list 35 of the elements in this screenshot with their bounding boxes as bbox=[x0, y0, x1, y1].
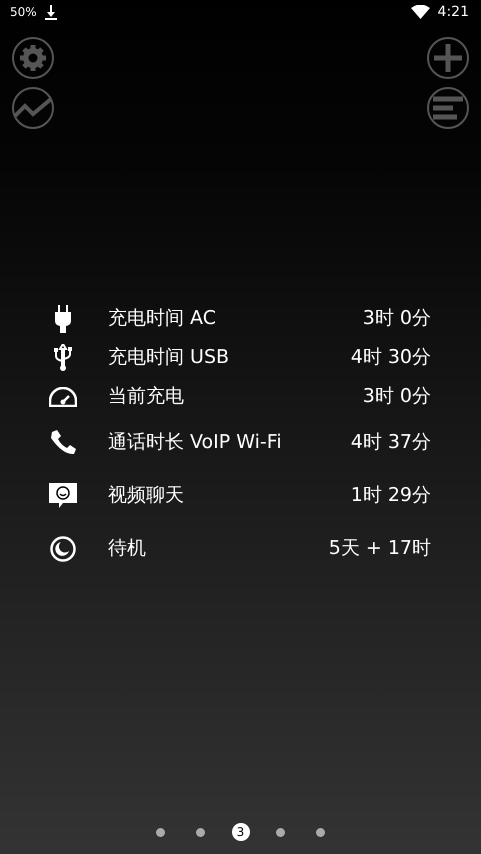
stat-value: 4时 37分 bbox=[350, 430, 431, 456]
phone-icon bbox=[50, 430, 76, 456]
list-button[interactable] bbox=[427, 87, 469, 129]
chart-button[interactable] bbox=[12, 87, 54, 129]
plus-icon bbox=[434, 44, 462, 72]
stat-label: 待机 bbox=[108, 536, 147, 562]
clock: 4:21 bbox=[438, 2, 469, 22]
stat-value: 3时 0分 bbox=[362, 384, 431, 410]
page-dot[interactable] bbox=[276, 828, 285, 836]
stat-label: 通话时长 VoIP Wi-Fi bbox=[108, 430, 283, 456]
page-dot[interactable] bbox=[316, 828, 325, 836]
usb-icon bbox=[54, 344, 72, 372]
page-dot[interactable] bbox=[196, 828, 205, 836]
gauge-icon bbox=[49, 386, 77, 406]
stat-value: 5天 + 17时 bbox=[328, 536, 431, 562]
stat-value: 4时 30分 bbox=[350, 345, 431, 370]
settings-icon bbox=[19, 44, 47, 72]
plug-icon bbox=[55, 304, 71, 332]
download-icon bbox=[44, 4, 57, 20]
stat-label: 充电时间 AC bbox=[108, 306, 217, 332]
add-button[interactable] bbox=[427, 37, 469, 79]
stat-value: 1时 29分 bbox=[350, 483, 431, 508]
page-dot[interactable] bbox=[156, 828, 165, 836]
current-page-indicator[interactable]: 3 bbox=[232, 823, 250, 841]
wifi-icon bbox=[410, 5, 430, 19]
line-chart-icon bbox=[14, 97, 52, 119]
battery-level: 50% bbox=[10, 4, 37, 21]
smiley-message-icon bbox=[49, 482, 77, 508]
stat-label: 当前充电 bbox=[108, 384, 185, 410]
moon-icon bbox=[50, 536, 76, 562]
bars-icon bbox=[433, 96, 463, 120]
stat-label: 视频聊天 bbox=[108, 483, 185, 508]
settings-button[interactable] bbox=[12, 37, 54, 79]
stat-value: 3时 0分 bbox=[362, 306, 431, 332]
stat-label: 充电时间 USB bbox=[108, 345, 230, 370]
